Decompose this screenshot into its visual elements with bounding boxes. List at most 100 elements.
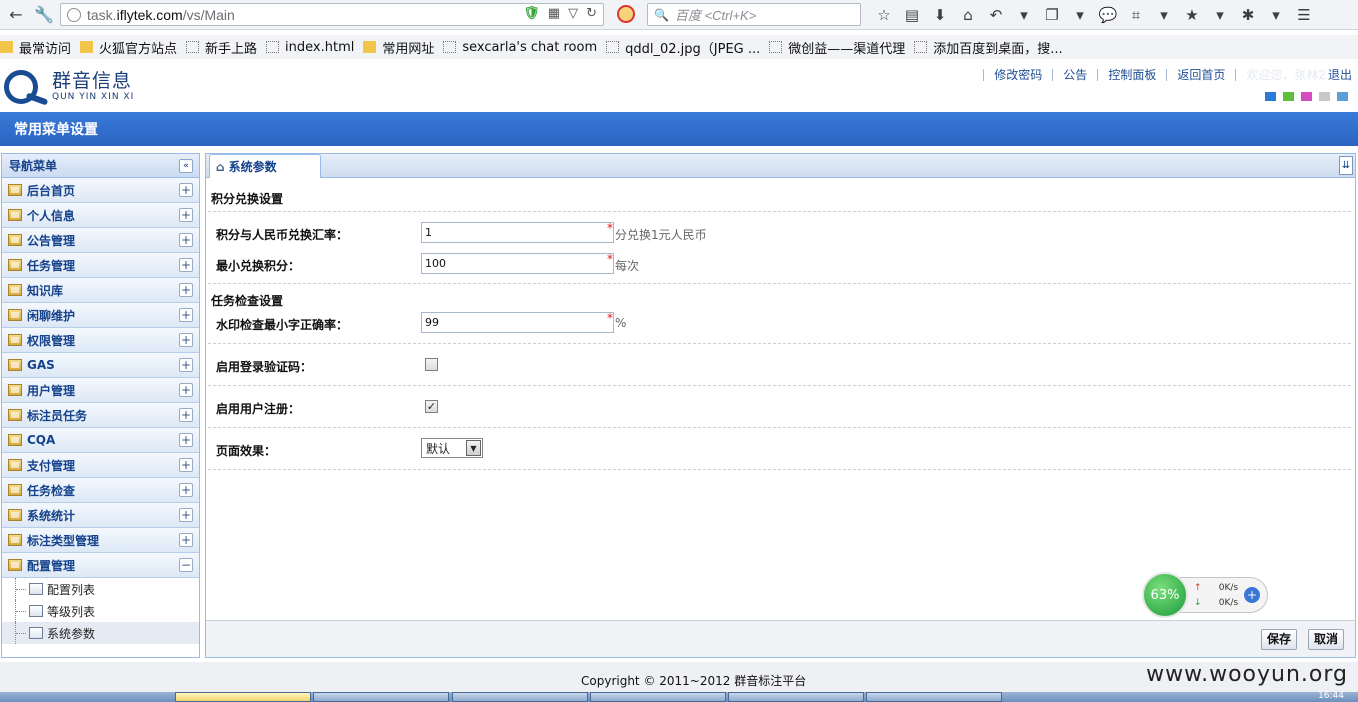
sidebar-item[interactable]: 标注员任务 + bbox=[2, 403, 199, 428]
sidebar-item[interactable]: GAS + bbox=[2, 353, 199, 378]
expand-icon[interactable]: + bbox=[179, 408, 193, 422]
bug-icon[interactable]: ✱ bbox=[1234, 3, 1262, 27]
theme-swatch[interactable] bbox=[1337, 92, 1348, 101]
exchange-rate-input[interactable]: 1 bbox=[421, 222, 614, 243]
bookmark-item[interactable]: 微创益——渠道代理 bbox=[769, 38, 905, 57]
min-points-input[interactable]: 100 bbox=[421, 253, 614, 274]
window-dropdown-icon[interactable]: ▾ bbox=[1066, 3, 1094, 27]
home-icon[interactable]: ⌂ bbox=[954, 3, 982, 27]
favorite-dropdown-icon[interactable]: ▾ bbox=[1206, 3, 1234, 27]
bookmark-item[interactable]: 火狐官方站点 bbox=[80, 38, 177, 57]
undo-icon[interactable]: ↶ bbox=[982, 3, 1010, 27]
theme-swatch[interactable] bbox=[1265, 92, 1276, 101]
crop-dropdown-icon[interactable]: ▾ bbox=[1150, 3, 1178, 27]
theme-swatch[interactable] bbox=[1301, 92, 1312, 101]
menu-icon[interactable]: ☰ bbox=[1290, 3, 1318, 27]
network-speed-widget[interactable]: 63% ↑ 0K/s ↓ 0K/s + bbox=[1142, 572, 1268, 618]
sidebar-item[interactable]: 权限管理 + bbox=[2, 328, 199, 353]
theme-swatch[interactable] bbox=[1319, 92, 1330, 101]
control-panel-link[interactable]: 控制面板 bbox=[1108, 66, 1156, 83]
collapse-icon[interactable]: « bbox=[179, 158, 193, 173]
back-home-link[interactable]: 返回首页 bbox=[1177, 66, 1225, 83]
bookmark-item[interactable]: 最常访问 bbox=[0, 38, 71, 57]
chat-icon[interactable]: 💬 bbox=[1094, 3, 1122, 27]
sidebar-item[interactable]: 闲聊维护 + bbox=[2, 303, 199, 328]
sidebar-item[interactable]: 后台首页 + bbox=[2, 178, 199, 203]
reload-icon[interactable]: ↻ bbox=[586, 6, 597, 21]
login-captcha-checkbox[interactable] bbox=[425, 358, 438, 371]
bookmark-item[interactable]: 新手上路 bbox=[186, 38, 257, 57]
chevron-down-icon[interactable]: ⇊ bbox=[1339, 156, 1353, 175]
bookmark-item[interactable]: index.html bbox=[266, 40, 354, 55]
expand-icon[interactable]: + bbox=[179, 458, 193, 472]
crop-icon[interactable]: ⌗ bbox=[1122, 3, 1150, 27]
reading-list-icon[interactable]: ▤ bbox=[898, 3, 926, 27]
bookmark-item[interactable]: qddl_02.jpg（JPEG ... bbox=[606, 38, 760, 57]
taskbar-button[interactable] bbox=[866, 692, 1002, 702]
tab-system-params[interactable]: ⌂ 系统参数 bbox=[209, 154, 321, 178]
wrench-icon[interactable]: 🔧 bbox=[32, 3, 56, 27]
taskbar-button[interactable] bbox=[452, 692, 588, 702]
sidebar-subitem[interactable]: 等级列表 bbox=[2, 600, 199, 622]
sidebar-item[interactable]: 用户管理 + bbox=[2, 378, 199, 403]
expand-icon[interactable]: + bbox=[179, 383, 193, 397]
bug-dropdown-icon[interactable]: ▾ bbox=[1262, 3, 1290, 27]
sidebar-item[interactable]: 知识库 + bbox=[2, 278, 199, 303]
dropdown-arrow-icon[interactable]: ▽ bbox=[568, 6, 578, 21]
theme-swatch[interactable] bbox=[1283, 92, 1294, 101]
change-password-link[interactable]: 修改密码 bbox=[994, 66, 1042, 83]
undo-dropdown-icon[interactable]: ▾ bbox=[1010, 3, 1038, 27]
taskbar-button[interactable] bbox=[175, 692, 311, 702]
expand-icon[interactable]: + bbox=[179, 358, 193, 372]
sidebar-item[interactable]: 任务检查 + bbox=[2, 478, 199, 503]
bookmark-item[interactable]: 添加百度到桌面，搜... bbox=[914, 38, 1063, 57]
expand-icon[interactable]: + bbox=[179, 308, 193, 322]
sidebar-item-label: 标注员任务 bbox=[27, 408, 88, 423]
sidebar-subitem[interactable]: 系统参数 bbox=[2, 622, 199, 644]
adblock-icon[interactable] bbox=[617, 5, 635, 23]
shield-icon[interactable]: 🛡 bbox=[523, 6, 540, 21]
sidebar-item[interactable]: 标注类型管理 + bbox=[2, 528, 199, 553]
sidebar-subitem[interactable]: 配置列表 bbox=[2, 578, 199, 600]
cancel-button[interactable]: 取消 bbox=[1308, 629, 1345, 650]
expand-icon[interactable]: + bbox=[179, 233, 193, 247]
qr-code-icon[interactable]: ▦ bbox=[548, 6, 560, 21]
bookmark-item[interactable]: sexcarla's chat room bbox=[443, 40, 597, 55]
expand-icon[interactable]: + bbox=[179, 208, 193, 222]
taskbar-button[interactable] bbox=[590, 692, 726, 702]
url-bar[interactable]: task.iflytek.com/vs/Main 🛡 ▦ ▽ ↻ bbox=[60, 3, 604, 26]
back-icon[interactable]: ← bbox=[4, 3, 28, 27]
expand-icon[interactable]: + bbox=[179, 283, 193, 297]
logout-link[interactable]: 退出 bbox=[1328, 66, 1352, 83]
announcement-link[interactable]: 公告 bbox=[1063, 66, 1087, 83]
favorite-icon[interactable]: ★ bbox=[1178, 3, 1206, 27]
page-effect-select[interactable]: 默认 ▼ bbox=[421, 438, 483, 458]
download-icon[interactable]: ⬇ bbox=[926, 3, 954, 27]
taskbar-button[interactable] bbox=[313, 692, 449, 702]
sidebar-item[interactable]: 个人信息 + bbox=[2, 203, 199, 228]
taskbar-button[interactable] bbox=[728, 692, 864, 702]
expand-icon[interactable]: + bbox=[179, 533, 193, 547]
bookmark-item[interactable]: 常用网址 bbox=[363, 38, 434, 57]
watermark-accuracy-input[interactable]: 99 bbox=[421, 312, 614, 333]
expand-icon[interactable]: + bbox=[179, 508, 193, 522]
module-icon bbox=[8, 459, 22, 471]
search-bar[interactable]: 🔍 百度 <Ctrl+K> bbox=[647, 3, 861, 26]
sidebar-item[interactable]: 任务管理 + bbox=[2, 253, 199, 278]
expand-icon[interactable]: + bbox=[179, 258, 193, 272]
expand-icon[interactable]: + bbox=[179, 333, 193, 347]
star-icon[interactable]: ☆ bbox=[870, 3, 898, 27]
sidebar-item[interactable]: 配置管理 − bbox=[2, 553, 199, 578]
expand-icon[interactable]: + bbox=[179, 433, 193, 447]
expand-icon[interactable]: + bbox=[179, 483, 193, 497]
plus-icon[interactable]: + bbox=[1244, 587, 1260, 603]
user-register-checkbox[interactable]: ✓ bbox=[425, 400, 438, 413]
sidebar-item[interactable]: 支付管理 + bbox=[2, 453, 199, 478]
collapse-icon[interactable]: − bbox=[179, 558, 193, 572]
window-icon[interactable]: ❐ bbox=[1038, 3, 1066, 27]
expand-icon[interactable]: + bbox=[179, 183, 193, 197]
sidebar-item[interactable]: 系统统计 + bbox=[2, 503, 199, 528]
sidebar-item[interactable]: CQA + bbox=[2, 428, 199, 453]
sidebar-item[interactable]: 公告管理 + bbox=[2, 228, 199, 253]
save-button[interactable]: 保存 bbox=[1261, 629, 1298, 650]
